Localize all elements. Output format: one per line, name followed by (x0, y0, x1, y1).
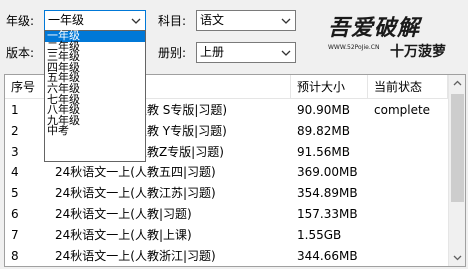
cell-index: 2 (11, 123, 19, 138)
cell-name: 24秋语文一上(人教五四|习题) (55, 165, 216, 180)
cell-status (368, 121, 448, 141)
cell-index: 7 (11, 227, 19, 242)
cell-name: 24秋语文一上(人教|上课) (55, 227, 192, 242)
cell-index: 3 (11, 144, 19, 159)
cell-status (368, 183, 448, 203)
cell-status (368, 246, 448, 266)
site-logo: 吾爱破解 WWW.52PoJie.CN 十万菠萝 (322, 10, 464, 62)
cell-index: 5 (11, 186, 19, 201)
cell-size: 90.90MB (297, 103, 350, 117)
scrollbar-thumb[interactable] (451, 94, 464, 202)
cell-size: 157.33MB (297, 207, 358, 221)
scroll-up-arrow-icon[interactable] (449, 75, 466, 92)
cell-status (368, 204, 448, 224)
logo-slogan-text: 十万菠萝 (390, 44, 446, 60)
grade-select-value: 一年级 (48, 13, 85, 27)
grade-option[interactable]: 中考 (45, 126, 145, 137)
chevron-down-icon (131, 18, 141, 24)
volume-select-value: 上册 (200, 45, 225, 59)
cell-index: 4 (11, 165, 19, 180)
logo-url-text: WWW.52PoJie.CN (328, 44, 380, 51)
cell-size: 89.82MB (297, 123, 350, 138)
cell-size: 344.66MB (297, 248, 358, 263)
grade-select[interactable]: 一年级 (44, 10, 146, 31)
column-header-index[interactable]: 序号 (5, 75, 49, 99)
cell-index: 1 (11, 103, 19, 117)
volume-label: 册别: (158, 46, 187, 60)
table-row[interactable]: 7 24秋语文一上(人教|上课) 1.55GB (5, 225, 445, 245)
cell-index: 8 (11, 248, 19, 263)
cell-status: complete (374, 103, 431, 117)
cell-status (368, 142, 448, 162)
grade-label: 年级: (6, 14, 35, 28)
volume-select[interactable]: 上册 (196, 42, 296, 63)
cell-size: 369.00MB (297, 165, 358, 180)
logo-main-text: 吾爱破解 (328, 15, 421, 41)
cell-name: 24秋语文一上(人教江苏|习题) (55, 186, 216, 201)
column-header-status[interactable]: 当前状态 (368, 75, 448, 99)
cell-status (368, 162, 448, 182)
version-label: 版本: (6, 46, 35, 60)
cell-status (368, 225, 448, 245)
chevron-down-icon (281, 50, 291, 56)
chevron-down-icon (281, 18, 291, 24)
cell-size: 91.56MB (297, 144, 350, 159)
cell-index: 6 (11, 207, 19, 221)
scroll-down-arrow-icon[interactable] (449, 249, 466, 266)
subject-select[interactable]: 语文 (196, 10, 296, 31)
table-row[interactable]: 5 24秋语文一上(人教江苏|习题) 354.89MB (5, 183, 445, 203)
cell-name: 24秋语文一上(人教浙江|习题) (55, 248, 216, 263)
cell-size: 1.55GB (297, 227, 342, 242)
subject-select-value: 语文 (200, 13, 225, 27)
table-row[interactable]: 8 24秋语文一上(人教浙江|习题) 344.66MB (5, 246, 445, 266)
vertical-scrollbar[interactable] (448, 75, 465, 266)
column-header-size[interactable]: 预计大小 (291, 75, 368, 99)
subject-label: 科目: (158, 14, 187, 28)
table-row[interactable]: 6 24秋语文一上(人教|习题) 157.33MB (5, 204, 445, 224)
cell-name: 24秋语文一上(人教|习题) (55, 207, 192, 221)
table-row[interactable]: 4 24秋语文一上(人教五四|习题) 369.00MB (5, 162, 445, 182)
grade-dropdown-list[interactable]: 一年级 二年级 三年级 四年级 五年级 六年级 七年级 八年级 九年级 中考 (44, 30, 146, 162)
cell-size: 354.89MB (297, 186, 358, 201)
